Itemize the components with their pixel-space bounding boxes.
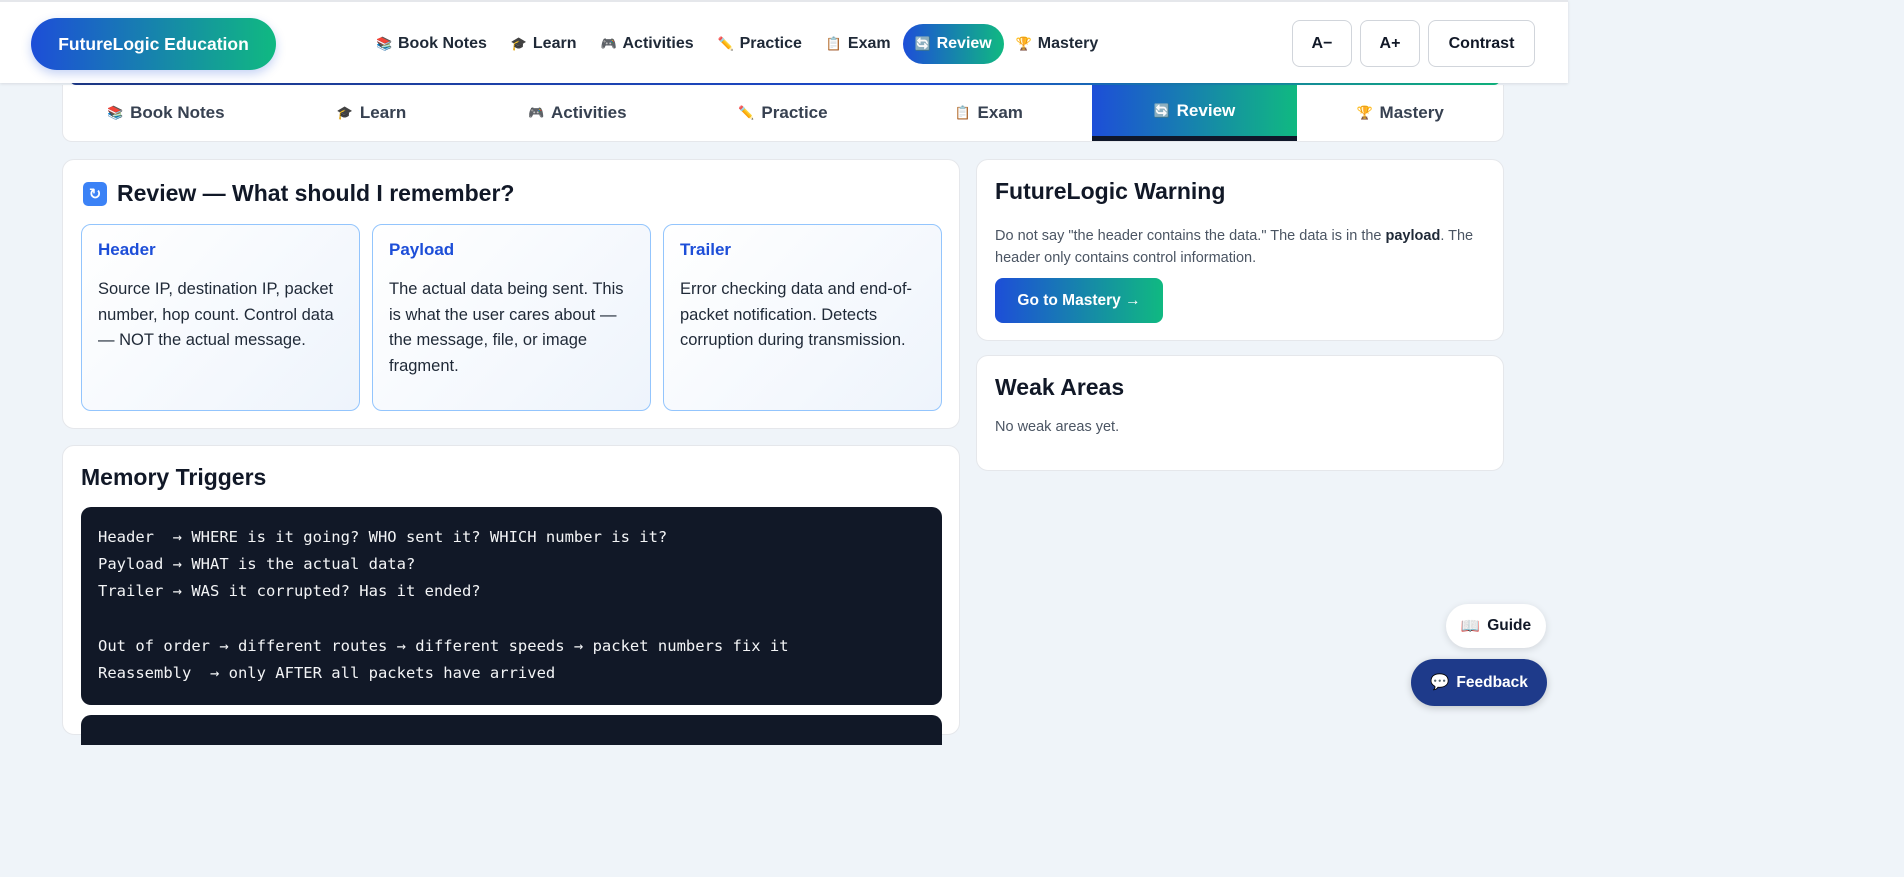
review-heading: ↻ Review — What should I remember? xyxy=(83,180,514,207)
section-tabs: 📚 Book Notes 🎓 Learn 🎮 Activities ✏️ Practic… xyxy=(62,85,1504,142)
concept-cards: Header Source IP, destination IP, packet… xyxy=(81,224,942,411)
speech-bubble-icon: 💬 xyxy=(1430,674,1450,691)
warning-card: FutureLogic Warning Do not say "the head… xyxy=(976,159,1504,341)
concept-text: The actual data being sent. This is what… xyxy=(389,280,624,375)
nav-label: Book Notes xyxy=(398,35,487,52)
concept-card-trailer: Trailer Error checking data and end-of-p… xyxy=(663,224,942,411)
trophy-icon: 🏆 xyxy=(1356,105,1373,120)
nav-label: Review xyxy=(936,35,992,52)
books-icon: 📚 xyxy=(107,105,124,120)
tab-label: Activities xyxy=(551,103,627,122)
graduation-cap-icon: 🎓 xyxy=(336,105,354,120)
guide-button[interactable]: 📖 Guide xyxy=(1446,604,1546,648)
weak-areas-title: Weak Areas xyxy=(995,374,1125,400)
tab-book-notes[interactable]: 📚 Book Notes xyxy=(63,85,269,141)
guide-label: Guide xyxy=(1487,617,1532,634)
tab-label: Learn xyxy=(359,103,407,122)
tab-mastery[interactable]: 🏆 Mastery xyxy=(1297,85,1503,141)
clipboard-icon: 📋 xyxy=(825,36,843,51)
review-title: Review — What should I remember? xyxy=(117,180,515,206)
warning-text-bold: payload xyxy=(1385,228,1441,244)
weak-areas-text: No weak areas yet. xyxy=(995,419,1120,435)
pencil-icon: ✏️ xyxy=(738,105,755,120)
review-card: ↻ Review — What should I remember? Heade… xyxy=(62,159,960,429)
feedback-button[interactable]: 💬 Feedback xyxy=(1411,659,1547,706)
memory-triggers-card: Memory Triggers Header → WHERE is it goi… xyxy=(62,445,960,745)
refresh-icon: ↻ xyxy=(83,181,107,206)
gamepad-icon: 🎮 xyxy=(600,36,617,51)
tab-label: Exam xyxy=(977,103,1023,122)
concept-title: Payload xyxy=(389,240,455,259)
nav-label: Learn xyxy=(532,35,577,52)
books-icon: 📚 xyxy=(376,36,393,51)
tab-activities[interactable]: 🎮 Activities xyxy=(474,85,680,141)
nav-item-activities[interactable]: 🎮 Activities xyxy=(588,24,705,64)
decrease-font-button[interactable]: A− xyxy=(1292,20,1352,67)
clipboard-icon: 📋 xyxy=(954,105,971,120)
concept-card-payload: Payload The actual data being sent. This… xyxy=(372,224,651,411)
nav-item-exam[interactable]: 📋 Exam xyxy=(814,24,903,64)
nav-label: Activities xyxy=(622,35,694,52)
concept-text: Error checking data and end-of-packet no… xyxy=(680,280,913,349)
nav-item-book-notes[interactable]: 📚 Book Notes xyxy=(364,24,499,64)
nav-label: Mastery xyxy=(1037,35,1099,52)
pencil-icon: ✏️ xyxy=(717,36,734,51)
tab-label: Review xyxy=(1176,100,1236,120)
nav-item-practice[interactable]: ✏️ Practice xyxy=(706,24,814,64)
concept-title: Header xyxy=(98,240,156,259)
refresh-icon: 🔄 xyxy=(914,36,931,51)
go-to-mastery-button[interactable]: Go to Mastery → xyxy=(995,278,1163,323)
accessibility-tools: A− A+ Contrast xyxy=(1292,20,1535,67)
tab-label: Mastery xyxy=(1379,103,1444,122)
refresh-icon: 🔄 xyxy=(1153,102,1170,118)
concept-title: Trailer xyxy=(680,240,732,259)
tab-learn[interactable]: 🎓 Learn xyxy=(269,85,475,141)
top-bar: FutureLogic Education 📚 Book Notes 🎓 Learn… xyxy=(0,0,1568,83)
contrast-button[interactable]: Contrast xyxy=(1428,20,1535,67)
nav-item-review[interactable]: 🔄 Review xyxy=(902,24,1004,64)
nav-item-mastery[interactable]: 🏆 Mastery xyxy=(1004,24,1110,64)
warning-text-before: Do not say "the header contains the data… xyxy=(995,228,1386,244)
tab-practice[interactable]: ✏️ Practice xyxy=(680,85,886,141)
trophy-icon: 🏆 xyxy=(1015,36,1032,51)
graduation-cap-icon: 🎓 xyxy=(510,36,528,51)
warning-text: Do not say "the header contains the data… xyxy=(995,225,1485,269)
nav-item-learn[interactable]: 🎓 Learn xyxy=(499,24,589,64)
concept-card-header: Header Source IP, destination IP, packet… xyxy=(81,224,360,411)
weak-areas-card: Weak Areas No weak areas yet. xyxy=(976,355,1504,471)
tab-review[interactable]: 🔄 Review xyxy=(1091,85,1298,141)
tab-exam[interactable]: 📋 Exam xyxy=(886,85,1092,141)
nav-label: Exam xyxy=(847,35,891,52)
tab-label: Practice xyxy=(761,103,828,122)
feedback-label: Feedback xyxy=(1456,673,1528,691)
concept-text: Source IP, destination IP, packet number… xyxy=(98,280,334,349)
second-code-block xyxy=(81,715,942,745)
memory-triggers-title: Memory Triggers xyxy=(81,464,267,490)
nav-label: Practice xyxy=(739,35,802,52)
memory-code-block: Header → WHERE is it going? WHO sent it?… xyxy=(81,507,942,705)
main-nav: 📚 Book Notes 🎓 Learn 🎮 Activities ✏️ Practic… xyxy=(364,24,1110,64)
brand-logo[interactable]: FutureLogic Education xyxy=(31,18,276,70)
gamepad-icon: 🎮 xyxy=(528,105,545,120)
increase-font-button[interactable]: A+ xyxy=(1360,20,1420,67)
tab-label: Book Notes xyxy=(130,103,225,122)
book-icon: 📖 xyxy=(1460,617,1481,635)
warning-title: FutureLogic Warning xyxy=(995,178,1226,204)
